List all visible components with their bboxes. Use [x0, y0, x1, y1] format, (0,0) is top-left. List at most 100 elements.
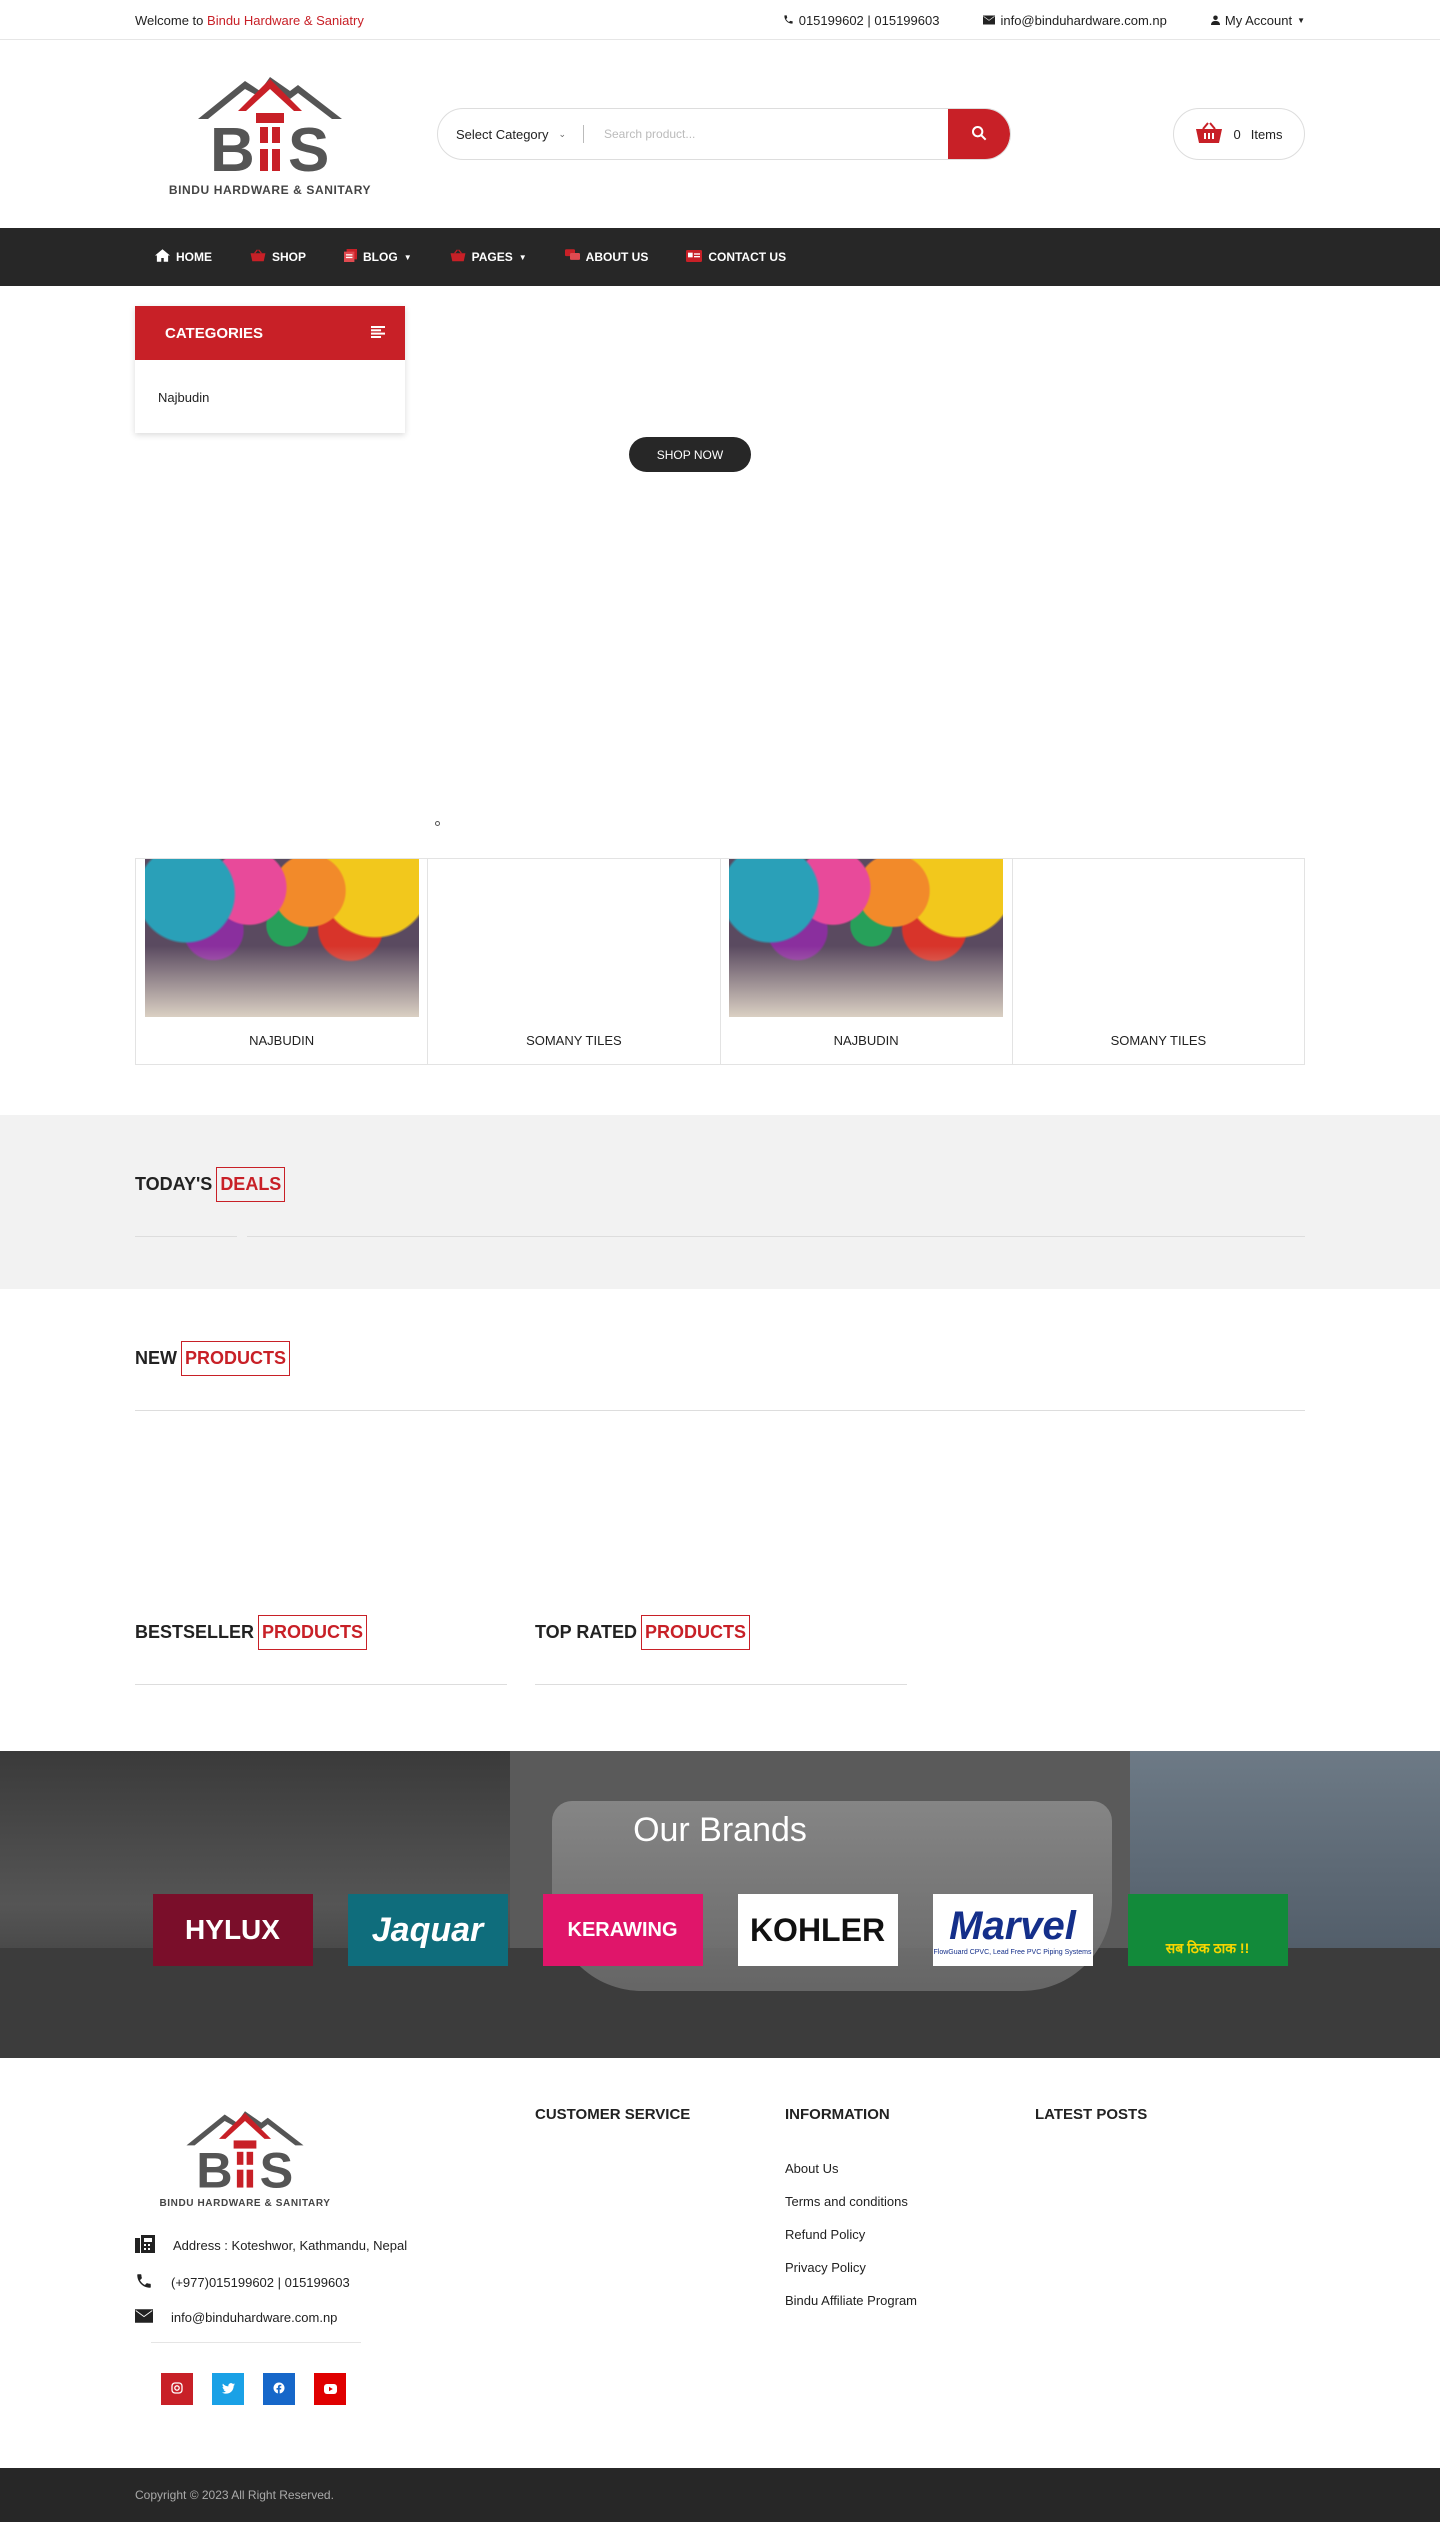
brand-name: Marvel: [949, 1904, 1076, 1948]
category-card-image: [729, 859, 1004, 1017]
youtube-button[interactable]: [314, 2373, 346, 2405]
svg-text:B: B: [196, 2142, 232, 2196]
instagram-button[interactable]: [161, 2373, 193, 2405]
blog-icon: [344, 249, 358, 265]
nav-contact-label: CONTACT US: [708, 250, 787, 264]
new-products-section: NEW PRODUCTS: [0, 1289, 1440, 1615]
footer-heading-information: INFORMATION: [785, 2106, 890, 2123]
categories-header[interactable]: CATEGORIES: [135, 306, 405, 360]
twitter-button[interactable]: [212, 2373, 244, 2405]
categories-panel: CATEGORIES Najbudin: [135, 306, 405, 433]
brand-name: HYLUX: [185, 1914, 280, 1945]
site-logo[interactable]: B S BINDU HARDWARE & SANITARY: [135, 71, 405, 197]
nav-pages[interactable]: PAGES ▼: [450, 249, 527, 265]
footer-link-about-us[interactable]: About Us: [785, 2161, 1035, 2176]
logo-tagline: BINDU HARDWARE & SANITARY: [168, 183, 372, 197]
chevron-down-icon: ⌄: [558, 128, 567, 139]
nav-shop[interactable]: SHOP: [250, 249, 306, 265]
footer-email: info@binduhardware.com.np: [135, 2309, 535, 2326]
footer-link-privacy-policy[interactable]: Privacy Policy: [785, 2260, 1035, 2275]
brand-logo[interactable]: Marvel FlowGuard CPVC, Lead Free PVC Pipi…: [932, 1894, 1093, 1966]
category-item[interactable]: Najbudin: [158, 390, 382, 405]
nav-home[interactable]: HOME: [155, 249, 212, 265]
cart-button[interactable]: 0 Items: [1173, 108, 1305, 160]
footer-customer-service: CUSTOMER SERVICE: [535, 2106, 785, 2405]
email-link[interactable]: info@binduhardware.com.np: [1000, 13, 1166, 28]
facebook-icon: [273, 2382, 285, 2397]
footer-logo-tagline: BINDU HARDWARE & SANITARY: [159, 2198, 331, 2209]
featured-categories: NAJBUDIN SOMANY TILES NAJBUDIN SOMANY TILES: [135, 858, 1305, 1065]
my-account-menu[interactable]: My Account ▼: [1210, 13, 1305, 28]
nav-about[interactable]: ABOUT US: [564, 249, 649, 265]
nav-about-label: ABOUT US: [585, 250, 649, 264]
category-card[interactable]: NAJBUDIN: [136, 859, 429, 1064]
main-nav: HOME SHOP BLOG ▼ PAGES ▼ ABOUT US CONTAC…: [0, 228, 1440, 286]
section-title-highlight: PRODUCTS: [258, 1615, 368, 1650]
caret-down-icon: ▼: [1297, 15, 1305, 25]
nav-contact[interactable]: CONTACT US: [686, 249, 787, 265]
category-card[interactable]: SOMANY TILES: [1013, 859, 1304, 1064]
section-title-first: TODAY'S: [135, 1174, 213, 1194]
brand-logo[interactable]: Jaquar: [347, 1894, 508, 1966]
menu-lines-icon: [371, 325, 385, 342]
shop-now-button[interactable]: SHOP NOW: [629, 437, 751, 472]
envelope-icon: [983, 13, 996, 28]
category-select[interactable]: Select Category ⌄: [438, 127, 583, 142]
cart-label: Items: [1250, 126, 1283, 142]
footer-logo[interactable]: B S BINDU HARDWARE & SANITARY: [135, 2106, 355, 2209]
footer: B S BINDU HARDWARE & SANITARY Address : …: [0, 2058, 1440, 2468]
slider-dot[interactable]: [435, 821, 440, 826]
welcome-brand-link[interactable]: Bindu Hardware & Saniatry: [207, 13, 364, 28]
category-select-label: Select Category: [456, 126, 549, 142]
header: B S BINDU HARDWARE & SANITARY Select Cat…: [0, 40, 1440, 228]
brand-logo[interactable]: HYLUX: [152, 1894, 313, 1966]
brand-name: Jaquar: [371, 1910, 484, 1949]
nav-blog[interactable]: BLOG ▼: [344, 249, 412, 265]
welcome-text: Welcome to Bindu Hardware & Saniatry: [135, 13, 364, 28]
footer-heading-customer-service: CUSTOMER SERVICE: [535, 2106, 691, 2123]
category-card[interactable]: SOMANY TILES: [428, 859, 721, 1064]
search-icon: [971, 125, 987, 144]
section-title: TOP RATED PRODUCTS: [535, 1615, 907, 1650]
brand-logo[interactable]: सब ठिक ठाक !!: [1127, 1894, 1288, 1966]
section-title-highlight: PRODUCTS: [641, 1615, 751, 1650]
search-button[interactable]: [948, 109, 1010, 159]
basket-icon: [1195, 121, 1223, 147]
footer-about: B S BINDU HARDWARE & SANITARY Address : …: [135, 2106, 535, 2405]
product-lists-row: BESTSELLER PRODUCTS TOP RATED PRODUCTS: [135, 1615, 1305, 1751]
facebook-button[interactable]: [263, 2373, 295, 2405]
footer-link-terms[interactable]: Terms and conditions: [785, 2194, 1035, 2209]
basket-icon: [250, 249, 266, 265]
footer-email-link[interactable]: info@binduhardware.com.np: [171, 2310, 337, 2325]
bhs-logo-mark: B S: [198, 77, 342, 181]
section-title: NEW PRODUCTS: [135, 1289, 1305, 1376]
email-info: info@binduhardware.com.np: [983, 13, 1167, 28]
category-card[interactable]: NAJBUDIN: [721, 859, 1013, 1064]
footer-latest-posts: LATEST POSTS: [1035, 2106, 1285, 2405]
category-card-label: NAJBUDIN: [249, 1033, 315, 1048]
footer-link-affiliate[interactable]: Bindu Affiliate Program: [785, 2293, 1035, 2308]
cart-count: 0: [1233, 126, 1241, 142]
fax-icon: [135, 2235, 155, 2256]
category-card-image: [144, 859, 419, 1017]
footer-link-refund-policy[interactable]: Refund Policy: [785, 2227, 1035, 2242]
caret-down-icon: ▼: [518, 252, 527, 262]
search-bar: Select Category ⌄: [437, 108, 1011, 160]
youtube-icon: [323, 2382, 337, 2397]
footer-phone: (+977)015199602 | 015199603: [135, 2272, 535, 2293]
home-icon: [155, 249, 170, 265]
nav-blog-label: BLOG: [363, 250, 398, 264]
footer-information: INFORMATION About Us Terms and condition…: [785, 2106, 1035, 2405]
footer-phone-text: (+977)015199602 | 015199603: [171, 2275, 350, 2290]
top-bar: Welcome to Bindu Hardware & Saniatry 015…: [0, 0, 1440, 40]
brand-logo[interactable]: KOHLER: [737, 1894, 898, 1966]
envelope-icon: [135, 2309, 153, 2326]
category-card-label: SOMANY TILES: [1110, 1033, 1207, 1048]
brand-logo[interactable]: KERAWING: [542, 1894, 703, 1966]
section-title-first: NEW: [135, 1348, 177, 1368]
phone-info: 015199602 | 015199603: [783, 13, 939, 28]
todays-deals-section: TODAY'S DEALS: [0, 1115, 1440, 1289]
search-input[interactable]: [584, 127, 948, 141]
instagram-icon: [171, 2381, 183, 2397]
nav-pages-label: PAGES: [471, 250, 513, 264]
